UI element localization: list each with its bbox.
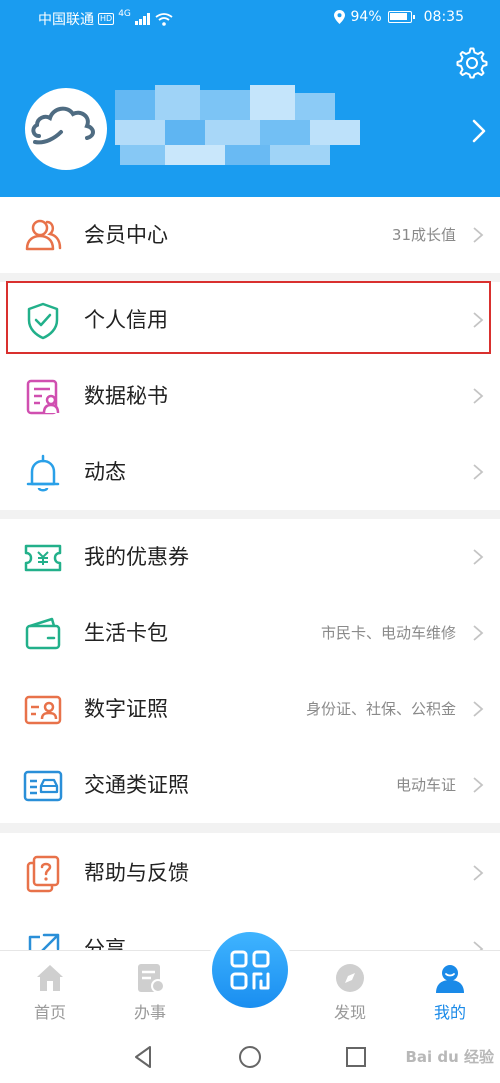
row-title: 会员中心 [84, 223, 168, 247]
row-title: 数据秘书 [84, 384, 168, 408]
row-subtitle: 电动车证 [395, 776, 456, 794]
cloud-icon [31, 106, 95, 145]
row-title: 生活卡包 [84, 621, 168, 645]
chevron-right-icon [473, 941, 484, 950]
document-person-icon [26, 379, 60, 415]
compass-icon [336, 964, 364, 992]
menu-item-member-center[interactable]: 会员中心 31成长值 [0, 197, 500, 273]
tab-label: 发现 [333, 1003, 366, 1022]
chevron-right-icon [473, 701, 484, 717]
wifi-icon [155, 12, 173, 26]
signal-icon [134, 13, 150, 25]
back-triangle-icon[interactable] [129, 1042, 159, 1072]
menu-item-activity[interactable]: 动态 [0, 434, 500, 510]
status-bar: 中国联通 HD 4G 94% 08:35 [0, 0, 500, 36]
id-card-icon [24, 695, 62, 725]
menu-item-data-secretary[interactable]: 数据秘书 [0, 358, 500, 434]
menu-item-my-coupons[interactable]: 我的优惠券 [0, 519, 500, 595]
hd-icon: HD [98, 13, 115, 25]
chevron-right-icon [473, 464, 484, 480]
row-title: 交通类证照 [84, 773, 189, 797]
menu-group-1: 会员中心 31成长值 [0, 197, 500, 273]
recents-square-icon[interactable] [341, 1042, 371, 1072]
chevron-right-icon [473, 625, 484, 641]
battery-percent: 94% [350, 9, 382, 25]
tab-label: 首页 [33, 1003, 66, 1022]
chevron-right-icon [473, 549, 484, 565]
chevron-right-icon [473, 227, 484, 243]
scan-center-button[interactable] [212, 932, 288, 1008]
settings-gear-icon[interactable] [455, 46, 489, 80]
home-icon [37, 965, 63, 991]
tab-discover[interactable]: 发现 [300, 951, 400, 1031]
menu-item-help-feedback[interactable]: 帮助与反馈 [0, 835, 500, 911]
battery-icon [387, 11, 415, 23]
username-blurred [115, 85, 365, 170]
chevron-right-icon [473, 865, 484, 881]
tab-services[interactable]: 办事 [100, 951, 200, 1031]
row-title: 分享 [84, 937, 126, 950]
menu-item-digital-license[interactable]: 数字证照 身份证、社保、公积金 [0, 671, 500, 747]
tab-label: 办事 [133, 1003, 166, 1022]
row-subtitle: 31成长值 [391, 226, 456, 244]
document-edit-icon [138, 964, 165, 993]
menu-item-personal-credit[interactable]: 个人信用 [0, 282, 500, 358]
wallet-icon [25, 617, 61, 650]
menu-item-traffic-license[interactable]: 交通类证照 电动车证 [0, 747, 500, 823]
location-icon [333, 10, 345, 24]
chevron-right-icon [473, 312, 484, 328]
scan-grid-icon [230, 950, 270, 990]
vehicle-card-icon [23, 770, 63, 802]
bell-icon [26, 454, 60, 492]
menu-group-1b: 个人信用 数据秘书 动态 [0, 282, 500, 510]
user-icon [436, 965, 464, 993]
coupon-icon [24, 544, 62, 572]
row-title: 个人信用 [84, 308, 168, 332]
chevron-right-icon [473, 777, 484, 793]
chevron-right-icon [473, 388, 484, 404]
avatar[interactable] [25, 88, 107, 170]
row-title: 数字证照 [84, 697, 168, 721]
network-label: 4G [118, 9, 131, 19]
home-circle-icon[interactable] [235, 1042, 265, 1072]
clock: 08:35 [423, 9, 464, 25]
row-subtitle: 市民卡、电动车维修 [320, 624, 456, 642]
carrier-label: 中国联通 [38, 12, 94, 28]
watermark: Bai du 经验 [405, 1048, 494, 1066]
row-title: 动态 [84, 460, 126, 484]
members-icon [25, 219, 62, 251]
menu-item-life-wallet[interactable]: 生活卡包 市民卡、电动车维修 [0, 595, 500, 671]
menu-group-2: 我的优惠券 生活卡包 市民卡、电动车维修 数字证照 身份证、社保、公积金 交通类… [0, 519, 500, 823]
chevron-right-icon[interactable] [470, 118, 488, 144]
share-icon [28, 933, 60, 950]
row-title: 我的优惠券 [84, 545, 189, 569]
profile-header: 中国联通 HD 4G 94% 08:35 [0, 0, 500, 197]
row-title: 帮助与反馈 [84, 861, 189, 885]
tab-home[interactable]: 首页 [0, 951, 100, 1031]
row-subtitle: 身份证、社保、公积金 [305, 700, 456, 718]
help-icon [26, 855, 60, 893]
shield-check-icon [27, 302, 59, 340]
tab-mine[interactable]: 我的 [400, 951, 500, 1031]
tab-label: 我的 [433, 1003, 466, 1022]
